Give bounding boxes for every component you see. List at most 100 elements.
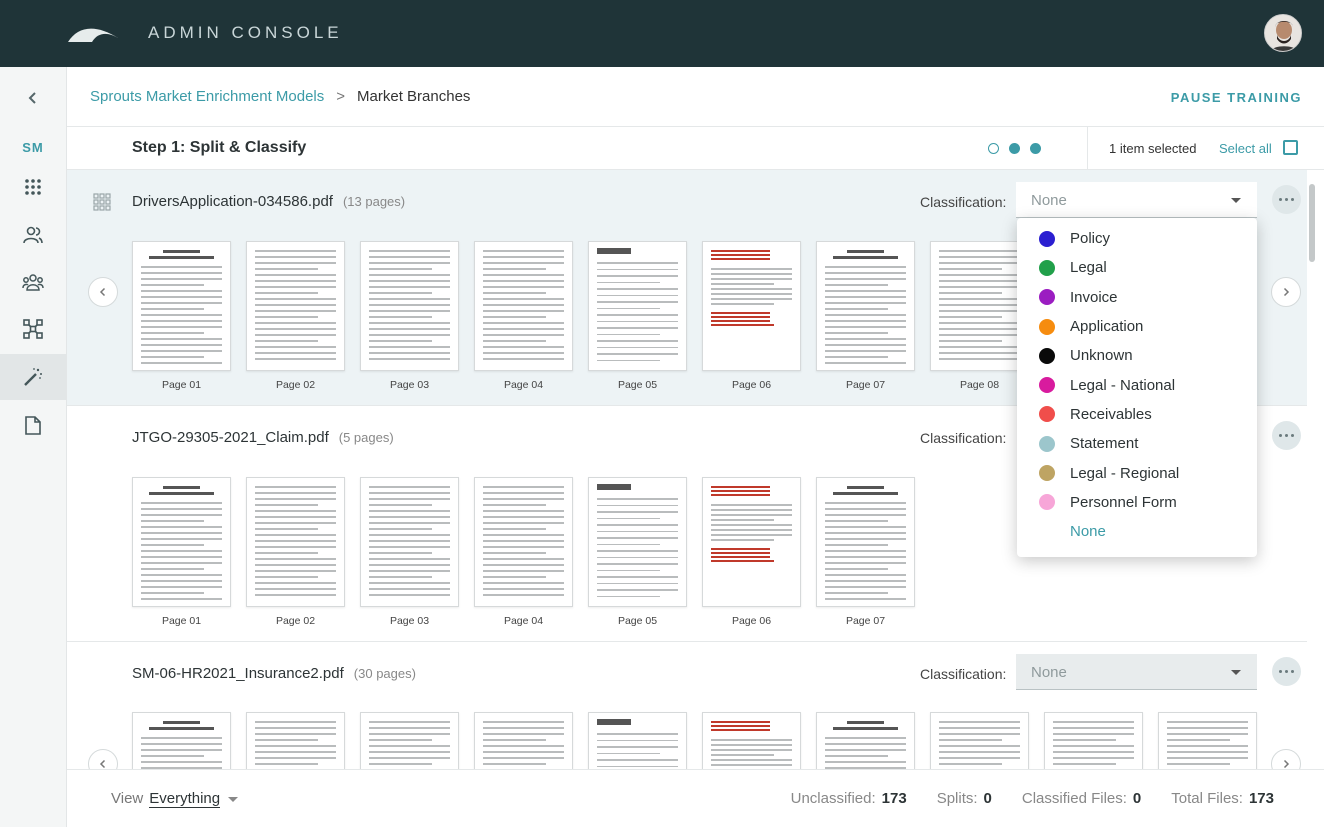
brand-title: ADMIN CONSOLE bbox=[148, 23, 343, 42]
page-thumbnail[interactable]: Page 01 bbox=[132, 241, 231, 391]
page-thumbnail[interactable]: Page 04 bbox=[474, 477, 573, 627]
scroll-left-button[interactable] bbox=[88, 277, 118, 307]
classification-select[interactable]: None bbox=[1016, 182, 1257, 218]
sidebar-item-apps[interactable] bbox=[0, 164, 66, 210]
color-swatch bbox=[1039, 318, 1055, 335]
option-legal-regional[interactable]: Legal - Regional bbox=[1017, 458, 1257, 487]
page-thumbnail[interactable] bbox=[474, 712, 573, 769]
classification-value: None bbox=[1031, 664, 1067, 681]
option-label: Personnel Form bbox=[1070, 493, 1177, 511]
logo-icon bbox=[68, 28, 118, 42]
sidebar-item-training[interactable] bbox=[0, 354, 66, 400]
page-thumbnail[interactable]: Page 02 bbox=[246, 477, 345, 627]
apps-grid-icon bbox=[25, 179, 41, 195]
view-filter[interactable]: View Everything bbox=[111, 790, 239, 808]
page-thumbnail[interactable]: Page 06 bbox=[702, 477, 801, 627]
document-row[interactable]: SM-06-HR2021_Insurance2.pdf (30 pages) Cl… bbox=[67, 642, 1307, 769]
option-receivables[interactable]: Receivables bbox=[1017, 400, 1257, 429]
page-thumbnails bbox=[132, 712, 1257, 769]
step-dot-2[interactable] bbox=[1009, 143, 1020, 154]
page-thumbnail[interactable] bbox=[132, 712, 231, 769]
file-name: JTGO-29305-2021_Claim.pdf (5 pages) bbox=[132, 429, 394, 446]
page-label: Page 01 bbox=[161, 379, 202, 391]
option-application[interactable]: Application bbox=[1017, 312, 1257, 341]
page-count: (30 pages) bbox=[353, 666, 416, 681]
page-thumbnail[interactable]: Page 06 bbox=[702, 241, 801, 391]
option-label: Policy bbox=[1070, 230, 1111, 248]
option-personnel-form[interactable]: Personnel Form bbox=[1017, 488, 1257, 517]
more-options-button[interactable] bbox=[1272, 185, 1301, 214]
chevron-left-icon bbox=[99, 287, 106, 297]
step-header: Step 1: Split & Classify 1 item selected… bbox=[67, 126, 1324, 171]
avatar[interactable] bbox=[1264, 14, 1302, 52]
step-dot-1[interactable] bbox=[988, 143, 999, 154]
page-thumbnail[interactable] bbox=[360, 712, 459, 769]
page-thumbnail[interactable] bbox=[246, 712, 345, 769]
page-thumbnail[interactable] bbox=[1044, 712, 1143, 769]
option-invoice[interactable]: Invoice bbox=[1017, 283, 1257, 312]
page-thumbnail[interactable] bbox=[1158, 712, 1257, 769]
sidebar-item-workflow[interactable] bbox=[0, 306, 66, 352]
scroll-left-button[interactable] bbox=[88, 749, 118, 769]
page-label: Page 03 bbox=[389, 615, 430, 627]
option-legal-national[interactable]: Legal - National bbox=[1017, 370, 1257, 399]
color-swatch bbox=[1039, 406, 1055, 423]
more-options-button[interactable] bbox=[1272, 421, 1301, 450]
pause-training-button[interactable]: PAUSE TRAINING bbox=[1171, 90, 1302, 105]
page-thumbnail[interactable]: Page 03 bbox=[360, 477, 459, 627]
view-value[interactable]: Everything bbox=[149, 790, 221, 808]
page-thumbnail[interactable]: Page 07 bbox=[816, 241, 915, 391]
sidebar-item-users[interactable] bbox=[0, 212, 66, 258]
color-swatch bbox=[1039, 465, 1055, 482]
scrollbar[interactable] bbox=[1309, 184, 1315, 262]
page-label: Page 05 bbox=[617, 379, 658, 391]
classification-label: Classification: bbox=[920, 194, 1007, 210]
sidebar: SM bbox=[0, 67, 67, 827]
color-swatch bbox=[1039, 494, 1055, 511]
step-title: Step 1: Split & Classify bbox=[132, 139, 307, 156]
page-thumbnail[interactable]: Page 02 bbox=[246, 241, 345, 391]
option-statement[interactable]: Statement bbox=[1017, 429, 1257, 458]
page-thumbnail[interactable] bbox=[930, 712, 1029, 769]
stat-value: 0 bbox=[1132, 790, 1142, 807]
page-thumbnail[interactable]: Page 08 bbox=[930, 241, 1029, 391]
page-thumbnail[interactable]: Page 01 bbox=[132, 477, 231, 627]
scroll-right-button[interactable] bbox=[1271, 749, 1301, 769]
page-thumbnail[interactable]: Page 05 bbox=[588, 241, 687, 391]
breadcrumb-parent[interactable]: Sprouts Market Enrichment Models bbox=[90, 88, 324, 105]
option-label: Receivables bbox=[1070, 405, 1152, 423]
step-dot-3[interactable] bbox=[1030, 143, 1041, 154]
stat-splits: Splits: 0 bbox=[937, 790, 992, 807]
stat-classified-files: Classified Files: 0 bbox=[1022, 790, 1141, 807]
page-thumbnail[interactable]: Page 03 bbox=[360, 241, 459, 391]
option-unknown[interactable]: Unknown bbox=[1017, 341, 1257, 370]
page-thumbnail[interactable]: Page 05 bbox=[588, 477, 687, 627]
page-thumbnail[interactable] bbox=[816, 712, 915, 769]
breadcrumb-current: Market Branches bbox=[357, 88, 471, 105]
chevron-left-icon bbox=[28, 92, 36, 104]
more-options-button[interactable] bbox=[1272, 657, 1301, 686]
option-none[interactable]: None bbox=[1017, 517, 1257, 546]
page-thumbnail[interactable]: Page 04 bbox=[474, 241, 573, 391]
stat-label: Total Files: bbox=[1171, 790, 1243, 807]
page-thumbnail[interactable] bbox=[588, 712, 687, 769]
page-thumbnail[interactable]: Page 07 bbox=[816, 477, 915, 627]
drag-grid-icon[interactable] bbox=[93, 193, 111, 211]
teams-icon bbox=[22, 274, 44, 291]
option-legal[interactable]: Legal bbox=[1017, 253, 1257, 282]
page-thumbnail[interactable] bbox=[702, 712, 801, 769]
document-icon bbox=[25, 415, 41, 435]
color-swatch bbox=[1039, 230, 1055, 247]
scroll-right-button[interactable] bbox=[1271, 277, 1301, 307]
back-button[interactable] bbox=[0, 75, 66, 121]
sidebar-item-teams[interactable] bbox=[0, 259, 66, 305]
select-all-link[interactable]: Select all bbox=[1219, 141, 1272, 156]
select-all-checkbox[interactable] bbox=[1283, 140, 1298, 155]
option-label: Unknown bbox=[1070, 347, 1133, 365]
classification-select[interactable]: None bbox=[1016, 654, 1257, 690]
caret-down-icon bbox=[228, 796, 239, 802]
file-name-text: JTGO-29305-2021_Claim.pdf bbox=[132, 429, 329, 446]
sidebar-item-documents[interactable] bbox=[0, 402, 66, 448]
page-label: Page 07 bbox=[845, 379, 886, 391]
option-policy[interactable]: Policy bbox=[1017, 224, 1257, 253]
